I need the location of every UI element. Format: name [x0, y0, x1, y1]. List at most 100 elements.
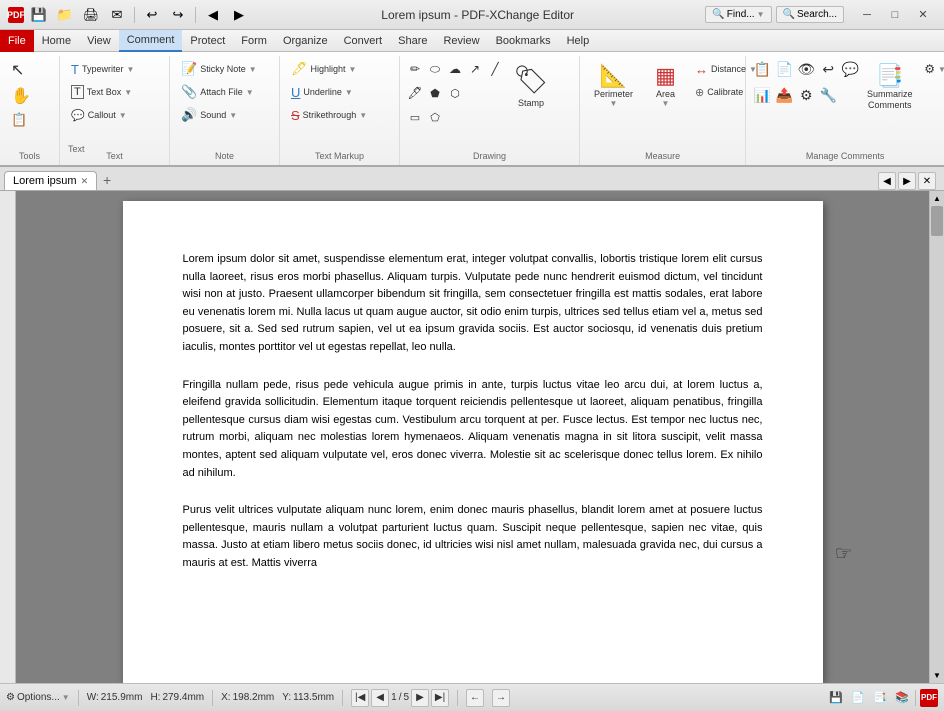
view-icon2[interactable]: 📑	[871, 689, 889, 707]
menu-home[interactable]: Home	[34, 30, 79, 52]
save-status-icon[interactable]: 💾	[827, 689, 845, 707]
diamond-tool[interactable]: ⬠	[426, 106, 444, 128]
tab-loremipsum[interactable]: Lorem ipsum ✕	[4, 171, 97, 190]
view-icon3[interactable]: 📚	[893, 689, 911, 707]
rect-tool[interactable]: ▭	[406, 106, 424, 128]
area-button[interactable]: ▦ Area ▼	[643, 58, 688, 132]
menu-convert[interactable]: Convert	[336, 30, 391, 52]
next-page-button[interactable]: ▶	[411, 689, 429, 707]
y-display: Y: 113.5mm	[282, 692, 334, 703]
menu-organize[interactable]: Organize	[275, 30, 336, 52]
typewriter-button[interactable]: T Typewriter ▼	[66, 58, 139, 80]
find-button[interactable]: 🔍 Find... ▼	[705, 6, 771, 23]
page-current: 1	[391, 692, 397, 703]
textbox-button[interactable]: T Text Box ▼	[66, 81, 137, 103]
comment-more3-btn[interactable]: ⚙	[796, 84, 816, 106]
text-buttons: T Typewriter ▼ T Text Box ▼ 💬 Callout ▼	[66, 58, 139, 144]
stamp-button[interactable]: 🏷 Stamp	[506, 58, 556, 132]
highlight-button[interactable]: 🖊 Highlight ▼	[286, 58, 361, 80]
ribbon-group-text: T Typewriter ▼ T Text Box ▼ 💬 Callout ▼ …	[60, 56, 170, 165]
menu-help[interactable]: Help	[559, 30, 598, 52]
prev-page-button[interactable]: ◀	[371, 689, 389, 707]
pencil-tool[interactable]: ✏	[406, 58, 424, 80]
first-page-button[interactable]: |◀	[351, 689, 369, 707]
scroll-up-button[interactable]: ▲	[930, 191, 944, 206]
tab-add-button[interactable]: +	[97, 170, 117, 190]
hand-tool[interactable]: ✋	[6, 84, 36, 108]
comment-more2-btn[interactable]: 📤	[774, 84, 794, 106]
qa-separator	[134, 7, 135, 23]
save-button[interactable]: 💾	[28, 4, 50, 26]
view-icon1[interactable]: 📄	[849, 689, 867, 707]
perimeter-button[interactable]: 📐 Perimeter ▼	[586, 58, 641, 132]
comment-more4-btn[interactable]: 🔧	[818, 84, 838, 106]
forward-button[interactable]: ▶	[228, 4, 250, 26]
menu-protect[interactable]: Protect	[182, 30, 233, 52]
close-all-btn[interactable]: ✕	[918, 172, 936, 190]
select-tool[interactable]: ↖	[6, 58, 29, 82]
sound-button[interactable]: 🔊 Sound ▼	[176, 104, 242, 126]
select-comments-button[interactable]: 📋	[6, 110, 32, 134]
comment-sort-btn[interactable]: 📄	[774, 58, 794, 80]
menubar: File Home View Comment Protect Form Orga…	[0, 30, 944, 52]
calibrate-button[interactable]: ⊕ Calibrate	[690, 81, 750, 103]
strikethrough-button[interactable]: S Strikethrough ▼	[286, 104, 372, 126]
comment-more1-btn[interactable]: 📊	[752, 84, 772, 106]
search-button[interactable]: 🔍 Search...	[776, 6, 844, 23]
summarize-button[interactable]: 📑 Summarize Comments	[862, 58, 917, 132]
menu-share[interactable]: Share	[390, 30, 435, 52]
scroll-right-btn[interactable]: ▶	[898, 172, 916, 190]
scroll-track[interactable]	[930, 206, 944, 668]
ellipse-tool[interactable]: ⬭	[426, 58, 444, 80]
polygon-tool[interactable]: ⬟	[426, 82, 444, 104]
cloud-tool[interactable]: ☁	[446, 58, 464, 80]
scroll-left-btn[interactable]: ◀	[878, 172, 896, 190]
scroll-thumb[interactable]	[931, 206, 943, 236]
prev-link-button[interactable]: ←	[466, 689, 484, 707]
text-label: Text	[60, 151, 169, 161]
line-tool[interactable]: ╱	[486, 58, 504, 80]
qa-separator2	[195, 7, 196, 23]
comment-show-btn[interactable]: 👁	[796, 58, 816, 80]
options-button[interactable]: ⚙ Options... ▼	[6, 692, 70, 703]
titlebar: PDF 💾 📁 🖨 ✉ ↩ ↪ ◀ ▶ Lorem ipsum - PDF-XC…	[0, 0, 944, 30]
status-right: 💾 📄 📑 📚 PDF	[827, 689, 938, 707]
distance-button[interactable]: ↔ Distance ▼	[690, 58, 750, 80]
open-button[interactable]: 📁	[54, 4, 76, 26]
comment-reply-btn[interactable]: ↩	[818, 58, 838, 80]
minimize-button[interactable]: ─	[854, 5, 880, 25]
menu-comment[interactable]: Comment	[119, 30, 183, 52]
back-button[interactable]: ◀	[202, 4, 224, 26]
eraser-tool[interactable]: ⬡	[446, 82, 464, 104]
scrollbar-right[interactable]: ▲ ▼	[929, 191, 944, 683]
next-link-button[interactable]: →	[492, 689, 510, 707]
menu-form[interactable]: Form	[233, 30, 275, 52]
callout-button[interactable]: 💬 Callout ▼	[66, 104, 132, 126]
restore-button[interactable]: □	[882, 5, 908, 25]
pen-tool[interactable]: 🖋	[406, 82, 424, 104]
redo-button[interactable]: ↪	[167, 4, 189, 26]
managecomments-buttons: 📋 📄 👁 ↩ 💬 📊 📤 ⚙ 🔧 📑 Summarize Comments	[752, 58, 944, 165]
undo-button[interactable]: ↩	[141, 4, 163, 26]
comment-filter-btn[interactable]: 📋	[752, 58, 772, 80]
menu-review[interactable]: Review	[435, 30, 487, 52]
close-button[interactable]: ✕	[910, 5, 936, 25]
comment-extra-btn[interactable]: 💬	[840, 58, 860, 80]
menu-view[interactable]: View	[79, 30, 119, 52]
menu-file[interactable]: File	[0, 30, 34, 52]
arrow-tool[interactable]: ↗	[466, 58, 484, 80]
last-page-button[interactable]: ▶|	[431, 689, 449, 707]
print-button[interactable]: 🖨	[80, 4, 102, 26]
scroll-down-button[interactable]: ▼	[930, 668, 944, 683]
note-buttons: 📝 Sticky Note ▼ 📎 Attach File ▼ 🔊 Sound …	[176, 58, 262, 165]
ribbon-group-tools: ↖ ✋ 📋 Tools	[0, 56, 60, 165]
email-button[interactable]: ✉	[106, 4, 128, 26]
underline-button[interactable]: U Underline ▼	[286, 81, 358, 103]
menu-bookmarks[interactable]: Bookmarks	[488, 30, 559, 52]
pdf-status-icon[interactable]: PDF	[920, 689, 938, 707]
tab-close-button[interactable]: ✕	[81, 176, 89, 187]
attachfile-button[interactable]: 📎 Attach File ▼	[176, 81, 259, 103]
comment-settings-btn[interactable]: ⚙ ▼	[919, 58, 944, 80]
paragraph-3: Purus velit ultrices vulputate aliquam n…	[183, 502, 763, 572]
stickynote-button[interactable]: 📝 Sticky Note ▼	[176, 58, 262, 80]
